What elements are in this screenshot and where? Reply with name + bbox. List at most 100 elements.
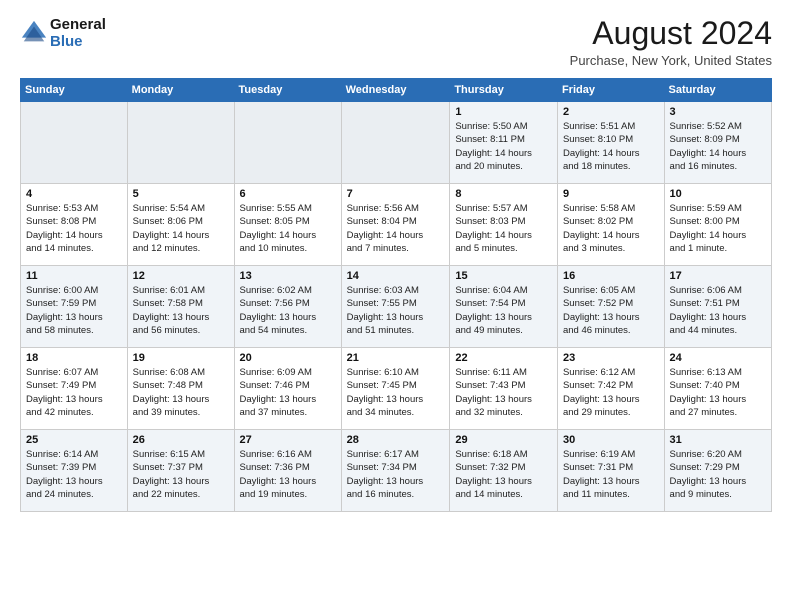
table-row: 28 Sunrise: 6:17 AMSunset: 7:34 PMDayligh… xyxy=(341,430,450,512)
day-info: Sunrise: 6:05 AMSunset: 7:52 PMDaylight:… xyxy=(563,284,659,337)
day-info: Sunrise: 5:55 AMSunset: 8:05 PMDaylight:… xyxy=(240,202,336,255)
logo-text: General Blue xyxy=(50,16,106,51)
table-row: 25 Sunrise: 6:14 AMSunset: 7:39 PMDayligh… xyxy=(21,430,128,512)
day-info: Sunrise: 6:13 AMSunset: 7:40 PMDaylight:… xyxy=(670,366,766,419)
table-row: 18 Sunrise: 6:07 AMSunset: 7:49 PMDayligh… xyxy=(21,348,128,430)
day-number: 9 xyxy=(563,188,659,200)
day-number: 10 xyxy=(670,188,766,200)
day-number: 18 xyxy=(26,352,122,364)
table-row: 10Sunrise: 5:59 AMSunset: 8:00 PMDayligh… xyxy=(664,184,771,266)
day-info: Sunrise: 6:12 AMSunset: 7:42 PMDaylight:… xyxy=(563,366,659,419)
table-row: 13 Sunrise: 6:02 AMSunset: 7:56 PMDayligh… xyxy=(234,266,341,348)
day-info: Sunrise: 5:50 AMSunset: 8:11 PMDaylight:… xyxy=(455,120,552,173)
table-row: 17 Sunrise: 6:06 AMSunset: 7:51 PMDayligh… xyxy=(664,266,771,348)
table-row: 11 Sunrise: 6:00 AMSunset: 7:59 PMDayligh… xyxy=(21,266,128,348)
table-row: 23 Sunrise: 6:12 AMSunset: 7:42 PMDayligh… xyxy=(557,348,664,430)
table-row: 22 Sunrise: 6:11 AMSunset: 7:43 PMDayligh… xyxy=(450,348,558,430)
header-saturday: Saturday xyxy=(664,79,771,102)
day-info: Sunrise: 6:01 AMSunset: 7:58 PMDaylight:… xyxy=(133,284,229,337)
header: General Blue August 2024 Purchase, New Y… xyxy=(20,16,772,68)
header-monday: Monday xyxy=(127,79,234,102)
weekday-header-row: Sunday Monday Tuesday Wednesday Thursday… xyxy=(21,79,772,102)
table-row: 2 Sunrise: 5:51 AMSunset: 8:10 PMDaylight… xyxy=(557,102,664,184)
day-info: Sunrise: 5:51 AMSunset: 8:10 PMDaylight:… xyxy=(563,120,659,173)
table-row: 15Sunrise: 6:04 AMSunset: 7:54 PMDayligh… xyxy=(450,266,558,348)
table-row: 26 Sunrise: 6:15 AMSunset: 7:37 PMDayligh… xyxy=(127,430,234,512)
header-friday: Friday xyxy=(557,79,664,102)
table-row: 24 Sunrise: 6:13 AMSunset: 7:40 PMDayligh… xyxy=(664,348,771,430)
day-info: Sunrise: 6:04 AMSunset: 7:54 PMDaylight:… xyxy=(455,284,552,337)
header-thursday: Thursday xyxy=(450,79,558,102)
header-wednesday: Wednesday xyxy=(341,79,450,102)
table-row: 1Sunrise: 5:50 AMSunset: 8:11 PMDaylight… xyxy=(450,102,558,184)
calendar-week-row: 25 Sunrise: 6:14 AMSunset: 7:39 PMDayligh… xyxy=(21,430,772,512)
page: General Blue August 2024 Purchase, New Y… xyxy=(0,0,792,612)
day-info: Sunrise: 6:07 AMSunset: 7:49 PMDaylight:… xyxy=(26,366,122,419)
day-number: 28 xyxy=(347,434,445,446)
day-number: 3 xyxy=(670,106,766,118)
day-number: 25 xyxy=(26,434,122,446)
month-title: August 2024 xyxy=(570,16,772,51)
day-info: Sunrise: 6:08 AMSunset: 7:48 PMDaylight:… xyxy=(133,366,229,419)
calendar-table: Sunday Monday Tuesday Wednesday Thursday… xyxy=(20,78,772,512)
day-number: 12 xyxy=(133,270,229,282)
header-tuesday: Tuesday xyxy=(234,79,341,102)
table-row: 30Sunrise: 6:19 AMSunset: 7:31 PMDayligh… xyxy=(557,430,664,512)
table-row: 16 Sunrise: 6:05 AMSunset: 7:52 PMDayligh… xyxy=(557,266,664,348)
day-info: Sunrise: 5:57 AMSunset: 8:03 PMDaylight:… xyxy=(455,202,552,255)
day-number: 22 xyxy=(455,352,552,364)
logo: General Blue xyxy=(20,16,106,51)
day-number: 11 xyxy=(26,270,122,282)
day-info: Sunrise: 6:18 AMSunset: 7:32 PMDaylight:… xyxy=(455,448,552,501)
day-number: 23 xyxy=(563,352,659,364)
table-row: 9 Sunrise: 5:58 AMSunset: 8:02 PMDaylight… xyxy=(557,184,664,266)
table-row: 31Sunrise: 6:20 AMSunset: 7:29 PMDayligh… xyxy=(664,430,771,512)
day-number: 29 xyxy=(455,434,552,446)
day-number: 5 xyxy=(133,188,229,200)
day-info: Sunrise: 5:54 AMSunset: 8:06 PMDaylight:… xyxy=(133,202,229,255)
table-row: 7Sunrise: 5:56 AMSunset: 8:04 PMDaylight… xyxy=(341,184,450,266)
day-info: Sunrise: 6:09 AMSunset: 7:46 PMDaylight:… xyxy=(240,366,336,419)
day-info: Sunrise: 6:15 AMSunset: 7:37 PMDaylight:… xyxy=(133,448,229,501)
day-number: 7 xyxy=(347,188,445,200)
location: Purchase, New York, United States xyxy=(570,53,772,68)
day-number: 6 xyxy=(240,188,336,200)
day-number: 2 xyxy=(563,106,659,118)
table-row: 20 Sunrise: 6:09 AMSunset: 7:46 PMDayligh… xyxy=(234,348,341,430)
day-info: Sunrise: 6:20 AMSunset: 7:29 PMDaylight:… xyxy=(670,448,766,501)
day-info: Sunrise: 5:53 AMSunset: 8:08 PMDaylight:… xyxy=(26,202,122,255)
day-number: 14 xyxy=(347,270,445,282)
calendar-week-row: 18 Sunrise: 6:07 AMSunset: 7:49 PMDayligh… xyxy=(21,348,772,430)
day-info: Sunrise: 6:02 AMSunset: 7:56 PMDaylight:… xyxy=(240,284,336,337)
header-sunday: Sunday xyxy=(21,79,128,102)
table-row xyxy=(234,102,341,184)
table-row: 21Sunrise: 6:10 AMSunset: 7:45 PMDayligh… xyxy=(341,348,450,430)
day-number: 17 xyxy=(670,270,766,282)
day-info: Sunrise: 5:52 AMSunset: 8:09 PMDaylight:… xyxy=(670,120,766,173)
table-row xyxy=(127,102,234,184)
day-number: 20 xyxy=(240,352,336,364)
day-number: 24 xyxy=(670,352,766,364)
table-row: 6 Sunrise: 5:55 AMSunset: 8:05 PMDaylight… xyxy=(234,184,341,266)
table-row: 5 Sunrise: 5:54 AMSunset: 8:06 PMDaylight… xyxy=(127,184,234,266)
table-row: 8 Sunrise: 5:57 AMSunset: 8:03 PMDaylight… xyxy=(450,184,558,266)
day-info: Sunrise: 6:17 AMSunset: 7:34 PMDaylight:… xyxy=(347,448,445,501)
day-number: 8 xyxy=(455,188,552,200)
day-number: 30 xyxy=(563,434,659,446)
table-row: 3 Sunrise: 5:52 AMSunset: 8:09 PMDaylight… xyxy=(664,102,771,184)
day-number: 13 xyxy=(240,270,336,282)
calendar-week-row: 4Sunrise: 5:53 AMSunset: 8:08 PMDaylight… xyxy=(21,184,772,266)
day-number: 16 xyxy=(563,270,659,282)
day-info: Sunrise: 6:00 AMSunset: 7:59 PMDaylight:… xyxy=(26,284,122,337)
day-info: Sunrise: 6:14 AMSunset: 7:39 PMDaylight:… xyxy=(26,448,122,501)
day-info: Sunrise: 6:16 AMSunset: 7:36 PMDaylight:… xyxy=(240,448,336,501)
table-row: 12 Sunrise: 6:01 AMSunset: 7:58 PMDayligh… xyxy=(127,266,234,348)
calendar-week-row: 11 Sunrise: 6:00 AMSunset: 7:59 PMDayligh… xyxy=(21,266,772,348)
day-info: Sunrise: 6:11 AMSunset: 7:43 PMDaylight:… xyxy=(455,366,552,419)
day-info: Sunrise: 6:06 AMSunset: 7:51 PMDaylight:… xyxy=(670,284,766,337)
day-info: Sunrise: 5:58 AMSunset: 8:02 PMDaylight:… xyxy=(563,202,659,255)
table-row: 27Sunrise: 6:16 AMSunset: 7:36 PMDayligh… xyxy=(234,430,341,512)
table-row: 19Sunrise: 6:08 AMSunset: 7:48 PMDayligh… xyxy=(127,348,234,430)
day-number: 26 xyxy=(133,434,229,446)
table-row xyxy=(341,102,450,184)
